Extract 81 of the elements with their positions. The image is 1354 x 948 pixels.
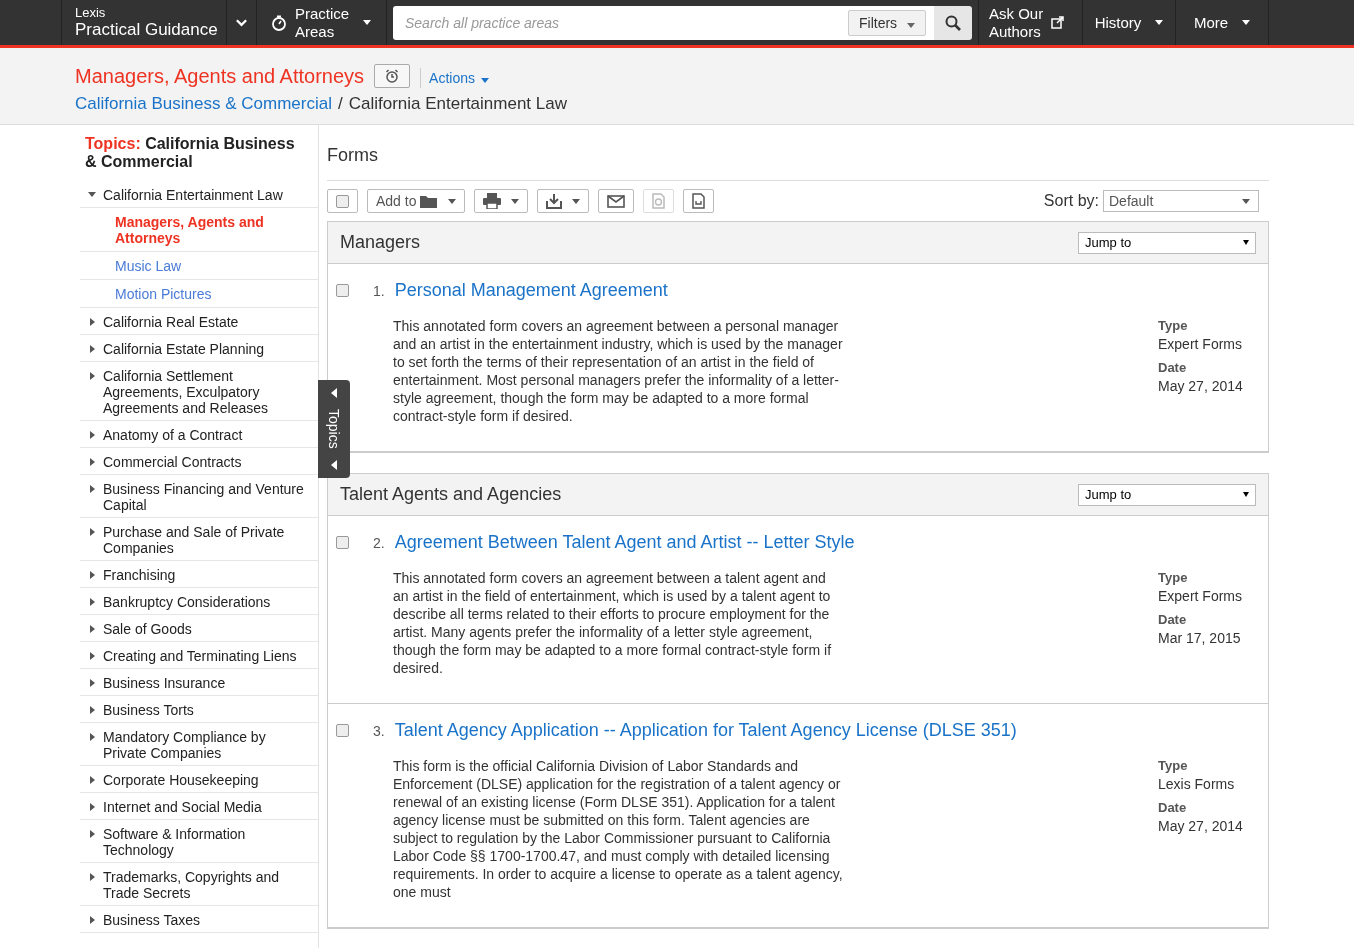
topic-item[interactable]: California Real Estate [80, 308, 318, 335]
topic-item[interactable]: Creating and Terminating Liens [80, 642, 318, 669]
date-value: May 27, 2014 [1158, 377, 1244, 395]
item-number: 2. [373, 535, 385, 551]
search-button[interactable] [934, 5, 972, 40]
page-title: Managers, Agents and Attorneys [75, 64, 365, 88]
email-button[interactable] [598, 189, 635, 213]
item-checkbox[interactable] [336, 284, 349, 297]
breadcrumb-text: California Entertainment Law [348, 94, 567, 114]
form-title-link[interactable]: Talent Agency Application -- Application for Talent Agency License (DLSE 351) [394, 720, 1017, 741]
form-title-link[interactable]: Agreement Between Talent Agent and Artist -- Letter Style [394, 532, 855, 553]
print-button[interactable] [474, 189, 529, 213]
breadcrumb-separator: / [338, 94, 343, 114]
filters-button[interactable]: Filters [848, 9, 926, 36]
group-title: Managers [340, 232, 421, 253]
topic-item[interactable]: Internet and Social Media [80, 793, 318, 820]
topic-item[interactable]: Sale of Goods [80, 615, 318, 642]
group-title: Talent Agents and Agencies [340, 484, 562, 505]
alert-button[interactable] [374, 64, 411, 88]
stopwatch-icon [271, 14, 287, 31]
topic-item[interactable]: Anatomy of a Contract [80, 421, 318, 448]
document-icon [692, 193, 706, 209]
document-button[interactable] [683, 189, 715, 213]
date-value: May 27, 2014 [1158, 817, 1244, 835]
topic-item[interactable]: Business Insurance [80, 669, 318, 696]
download-icon [546, 193, 563, 209]
date-label: Date [1158, 359, 1188, 377]
subtopic-item[interactable]: Managers, Agents and Attorneys [80, 208, 318, 252]
printer-icon [483, 193, 502, 209]
topic-item[interactable]: Commercial Contracts [80, 448, 318, 475]
topic-item[interactable]: Business Taxes [80, 906, 318, 933]
alarm-clock-icon [385, 69, 400, 83]
form-description: This annotated form covers an agreement between a talent agent and an artist in the field of entertainment, which is used by a talent agent to describe all terms related to their efforts to procure employment for the artist. Many agents prefer the informality of a letter style agreement, though the form may be adapted to a more formal contract-style form if desired. [393, 569, 833, 677]
type-label: Type [1158, 757, 1189, 775]
subtopic-item[interactable]: Motion Pictures [80, 280, 318, 308]
sort-dropdown[interactable]: Default [1103, 190, 1259, 212]
select-all-checkbox[interactable] [327, 189, 358, 213]
type-value: Expert Forms [1158, 587, 1243, 605]
search-icon [945, 14, 961, 31]
form-title-link[interactable]: Personal Management Agreement [394, 280, 668, 301]
sort-label: Sort by: [1043, 192, 1099, 210]
item-number: 1. [373, 283, 385, 299]
external-link-icon [1051, 16, 1065, 29]
subtopic-item[interactable]: Music Law [80, 252, 318, 280]
date-label: Date [1158, 611, 1188, 629]
topic-item[interactable]: Mandatory Compliance by Private Companies [80, 723, 318, 766]
jump-to-dropdown[interactable]: Jump to [1078, 483, 1256, 506]
type-value: Lexis Forms [1158, 775, 1236, 793]
form-description: This annotated form covers an agreement between a personal manager and an artist in the entertainment industry, which is used by the manager to set forth the terms of their representation of an artist in the field of entertainment. Most personal managers prefer the informality of a letter-style agreement, though the form may be adapted to a more formal contract-style form if desired. [393, 317, 843, 425]
date-value: Mar 17, 2015 [1158, 629, 1242, 647]
date-label: Date [1158, 799, 1188, 817]
topic-item[interactable]: Bankruptcy Considerations [80, 588, 318, 615]
folder-icon [420, 194, 439, 208]
topics-tab[interactable]: Topics [318, 380, 350, 478]
topic-item[interactable]: Franchising [80, 561, 318, 588]
document-icon [652, 193, 666, 209]
type-label: Type [1158, 569, 1189, 587]
topic-item[interactable]: Business Torts [80, 696, 318, 723]
download-button[interactable] [537, 189, 590, 213]
topic-item[interactable]: Business Financing and Venture Capital [80, 475, 318, 518]
envelope-icon [607, 194, 626, 208]
section-heading: Forms [327, 125, 1269, 181]
type-value: Expert Forms [1158, 335, 1243, 353]
topic-item[interactable]: Software & Information Technology [80, 820, 318, 863]
breadcrumb-link[interactable]: California Business & Commercial [75, 94, 332, 114]
item-checkbox[interactable] [336, 536, 349, 549]
jump-to-dropdown[interactable]: Jump to [1078, 231, 1256, 254]
search-field[interactable]: Search all practice areas Filters [393, 5, 934, 40]
topic-item[interactable]: Trademarks, Copyrights and Trade Secrets [80, 863, 318, 906]
item-checkbox[interactable] [336, 724, 349, 737]
actions-menu[interactable]: Actions [420, 68, 497, 88]
item-number: 3. [373, 723, 385, 739]
type-label: Type [1158, 317, 1189, 335]
topic-item[interactable]: California Entertainment Law [80, 181, 318, 208]
chevron-down-icon [235, 17, 248, 28]
add-to-button[interactable]: Add to [367, 189, 466, 213]
form-description: This form is the official California Division of Labor Standards and Enforcement (DLSE) application for the registration of a talent agency or renewal of an existing license (Form DLSE 351). Application for a talent agency license must be submitted on this form. Talent agencies are subject to regulation by the Labor Commissioner pursuant to California Labor Code §§ 1700-1700.47, and must comply with detailed licensing requirements. In order to acquire a license to operate as a talent agency, one must [393, 757, 843, 901]
sidebar-title: Topics: California Business & Commercial [84, 134, 296, 172]
topic-item[interactable]: Purchase and Sale of Private Companies [80, 518, 318, 561]
topic-item[interactable]: California Estate Planning [80, 335, 318, 362]
topic-item[interactable]: Corporate Housekeeping [80, 766, 318, 793]
